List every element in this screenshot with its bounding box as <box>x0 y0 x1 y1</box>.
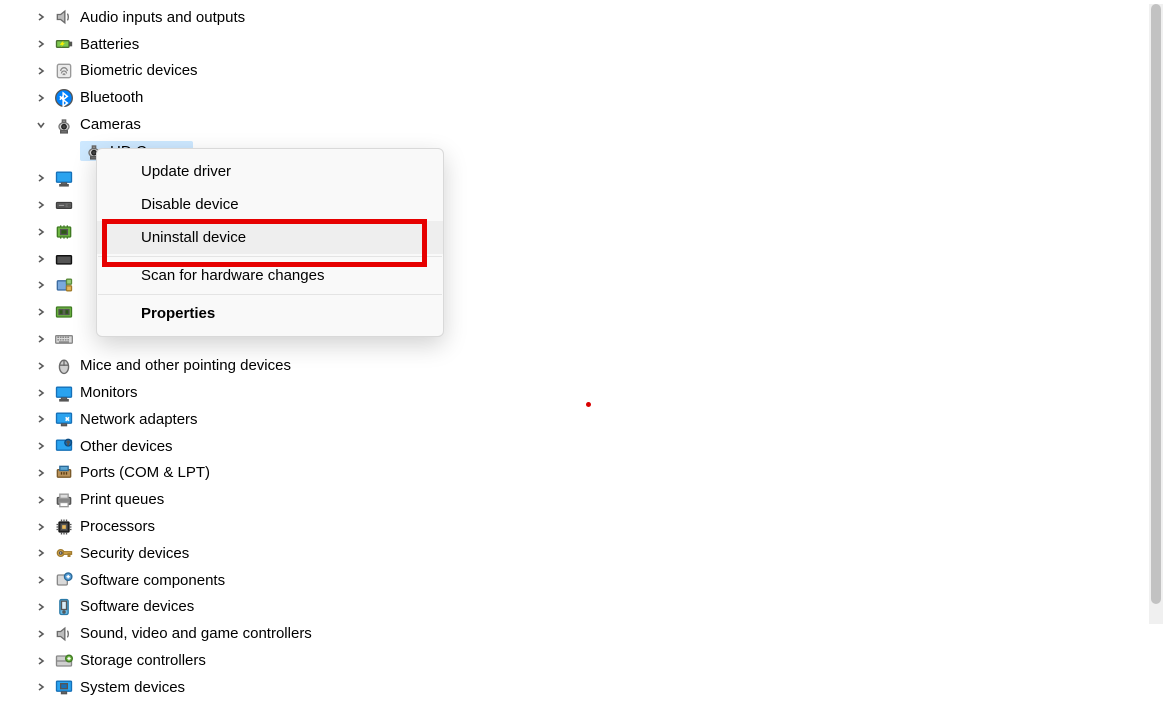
tree-item-label: Software components <box>80 572 225 589</box>
chevron-right-icon[interactable] <box>34 520 48 534</box>
key-icon <box>54 543 74 563</box>
chevron-right-icon[interactable] <box>34 412 48 426</box>
tree-item[interactable]: System devices <box>34 674 1163 701</box>
tree-item-label: Other devices <box>80 438 173 455</box>
port-icon <box>54 463 74 483</box>
svg-text:?: ? <box>67 441 70 447</box>
chevron-right-icon[interactable] <box>34 198 48 212</box>
tree-item[interactable]: Software components <box>34 567 1163 594</box>
printer-icon <box>54 490 74 510</box>
chevron-right-icon[interactable] <box>34 332 48 346</box>
bluetooth-icon <box>54 88 74 108</box>
chevron-right-icon[interactable] <box>34 573 48 587</box>
tree-item[interactable]: Biometric devices <box>34 58 1163 85</box>
tree-item-label: Sound, video and game controllers <box>80 625 312 642</box>
chevron-right-icon[interactable] <box>34 359 48 373</box>
chevron-right-icon[interactable] <box>34 600 48 614</box>
tree-item[interactable]: Batteries <box>34 31 1163 58</box>
chevron-right-icon[interactable] <box>34 466 48 480</box>
chevron-right-icon[interactable] <box>34 278 48 292</box>
tree-item[interactable]: Mice and other pointing devices <box>34 352 1163 379</box>
firmware-icon <box>54 222 74 242</box>
context-menu[interactable]: Update driverDisable deviceUninstall dev… <box>96 148 444 337</box>
menu-separator <box>98 256 442 257</box>
tree-item[interactable]: Cameras <box>34 111 1163 138</box>
tree-item-label: Security devices <box>80 545 189 562</box>
device-tree[interactable]: Audio inputs and outputs Batteries Biometr… <box>0 0 1163 705</box>
tree-item[interactable]: Security devices <box>34 540 1163 567</box>
tree-item-label: Batteries <box>80 36 139 53</box>
speaker-icon <box>54 624 74 644</box>
storage-icon <box>54 651 74 671</box>
chevron-right-icon[interactable] <box>34 171 48 185</box>
tree-item-label: Processors <box>80 518 155 535</box>
system-icon <box>54 677 74 697</box>
fingerprint-icon <box>54 61 74 81</box>
chevron-right-icon[interactable] <box>34 680 48 694</box>
tree-item-label: Storage controllers <box>80 652 206 669</box>
tree-item[interactable]: Ports (COM & LPT) <box>34 460 1163 487</box>
chevron-right-icon[interactable] <box>34 546 48 560</box>
tree-item-label: Cameras <box>80 116 141 133</box>
tree-item-label: Ports (COM & LPT) <box>80 464 210 481</box>
tree-item[interactable]: Sound, video and game controllers <box>34 620 1163 647</box>
monitor-blue-icon <box>54 383 74 403</box>
scrollbar-thumb[interactable] <box>1151 4 1161 604</box>
tree-item[interactable]: Software devices <box>34 594 1163 621</box>
tree-item[interactable]: Print queues <box>34 486 1163 513</box>
chevron-right-icon[interactable] <box>34 64 48 78</box>
tree-item[interactable]: Processors <box>34 513 1163 540</box>
annotation-dot <box>586 402 591 407</box>
chevron-right-icon[interactable] <box>34 654 48 668</box>
chevron-right-icon[interactable] <box>34 439 48 453</box>
imaging-icon <box>54 275 74 295</box>
chevron-right-icon[interactable] <box>34 225 48 239</box>
chevron-right-icon[interactable] <box>34 493 48 507</box>
tree-item[interactable]: Audio inputs and outputs <box>34 4 1163 31</box>
tree-item-label: Audio inputs and outputs <box>80 9 245 26</box>
battery-icon <box>54 34 74 54</box>
menu-item-scan-for-hardware-changes[interactable]: Scan for hardware changes <box>97 259 443 292</box>
tree-item-label: System devices <box>80 679 185 696</box>
menu-item-disable-device[interactable]: Disable device <box>97 188 443 221</box>
tree-item[interactable]: Monitors <box>34 379 1163 406</box>
tree-item[interactable]: ? Other devices <box>34 433 1163 460</box>
hid-icon <box>54 249 74 269</box>
speaker-icon <box>54 7 74 27</box>
chevron-right-icon[interactable] <box>34 10 48 24</box>
network-icon <box>54 409 74 429</box>
menu-item-update-driver[interactable]: Update driver <box>97 155 443 188</box>
camera-icon <box>54 115 74 135</box>
tree-item-label: Mice and other pointing devices <box>80 357 291 374</box>
menu-item-properties[interactable]: Properties <box>97 297 443 330</box>
tree-item-label: Print queues <box>80 491 164 508</box>
chevron-right-icon[interactable] <box>34 386 48 400</box>
tree-item-label: Monitors <box>80 384 138 401</box>
monitor-blue-icon <box>54 168 74 188</box>
drive-icon <box>54 195 74 215</box>
swdev-icon <box>54 597 74 617</box>
tree-item-label: Network adapters <box>80 411 198 428</box>
mouse-icon <box>54 356 74 376</box>
chevron-right-icon[interactable] <box>34 252 48 266</box>
menu-item-uninstall-device[interactable]: Uninstall device <box>97 221 443 254</box>
board-icon <box>54 302 74 322</box>
keyboard-icon <box>54 329 74 349</box>
cpu-icon <box>54 517 74 537</box>
chevron-right-icon[interactable] <box>34 37 48 51</box>
tree-item[interactable]: Network adapters <box>34 406 1163 433</box>
chevron-right-icon[interactable] <box>34 627 48 641</box>
scrollbar-vertical[interactable] <box>1149 4 1163 624</box>
chevron-down-icon[interactable] <box>34 118 48 132</box>
tree-item-label: Biometric devices <box>80 62 198 79</box>
other-icon: ? <box>54 436 74 456</box>
chevron-right-icon[interactable] <box>34 305 48 319</box>
tree-item[interactable]: Bluetooth <box>34 84 1163 111</box>
chevron-right-icon[interactable] <box>34 91 48 105</box>
tree-item[interactable]: Storage controllers <box>34 647 1163 674</box>
menu-separator <box>98 294 442 295</box>
component-icon <box>54 570 74 590</box>
tree-item-label: Bluetooth <box>80 89 143 106</box>
tree-item-label: Software devices <box>80 598 194 615</box>
